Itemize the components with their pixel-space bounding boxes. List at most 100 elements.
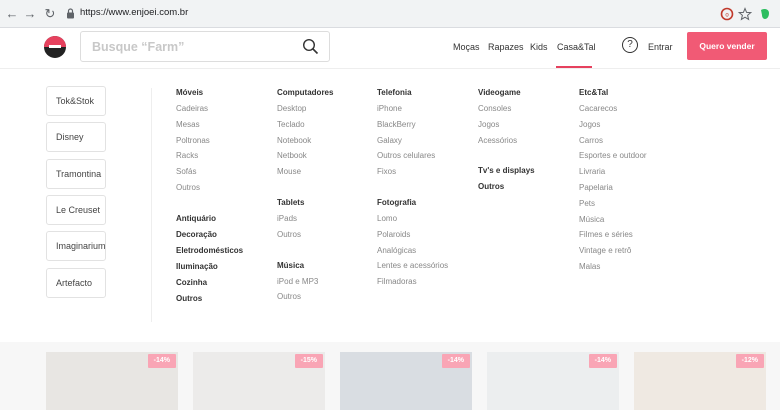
brand-tramontina[interactable]: Tramontina <box>46 159 106 189</box>
product-card[interactable]: -14% <box>487 352 619 410</box>
menu-item[interactable]: Analógicas <box>377 245 448 261</box>
menu-col-telefonia: Telefonia iPhone BlackBerry Galaxy Outro… <box>377 87 448 292</box>
search-icon[interactable] <box>302 38 319 55</box>
menu-head[interactable]: Fotografia <box>377 197 448 213</box>
search-input[interactable]: Busque “Farm” <box>80 31 330 62</box>
discount-badge: -14% <box>147 354 176 368</box>
menu-head[interactable]: Antiquário <box>176 213 243 229</box>
brand-disney[interactable]: Disney <box>46 122 106 152</box>
menu-divider <box>151 88 152 322</box>
menu-item[interactable]: Outros <box>277 229 333 245</box>
menu-item[interactable]: Outros celulares <box>377 150 448 166</box>
menu-item[interactable]: Malas <box>579 261 647 277</box>
menu-item[interactable]: Outros <box>176 182 243 198</box>
sell-button[interactable]: Quero vender <box>687 32 767 60</box>
enjoei-logo[interactable] <box>44 36 66 58</box>
menu-item[interactable]: Notebook <box>277 135 333 151</box>
menu-item[interactable]: Pets <box>579 198 647 214</box>
menu-item[interactable]: Lentes e acessórios <box>377 260 448 276</box>
back-icon[interactable]: ← <box>4 6 20 22</box>
menu-item[interactable]: Netbook <box>277 150 333 166</box>
menu-col-videogame: Videogame Consoles Jogos Acessórios Tv's… <box>478 87 535 197</box>
menu-item[interactable]: Acessórios <box>478 135 535 151</box>
header-divider <box>0 68 780 69</box>
menu-item[interactable]: Lomo <box>377 213 448 229</box>
brand-le-creuset[interactable]: Le Creuset <box>46 195 106 225</box>
svg-text:o: o <box>725 13 729 19</box>
product-card[interactable]: -15% <box>193 352 325 410</box>
menu-head[interactable]: Cozinha <box>176 277 243 293</box>
menu-item[interactable]: Cacarecos <box>579 103 647 119</box>
menu-item[interactable]: Sofás <box>176 166 243 182</box>
help-icon[interactable]: ? <box>622 37 638 53</box>
site-header: Busque “Farm” Moças Rapazes Kids Casa&Ta… <box>0 28 780 68</box>
reload-icon[interactable]: ↻ <box>42 6 58 22</box>
menu-head[interactable]: Telefonia <box>377 87 448 103</box>
menu-item[interactable]: Galaxy <box>377 135 448 151</box>
menu-head[interactable]: Etc&Tal <box>579 87 647 103</box>
menu-head[interactable]: Móveis <box>176 87 243 103</box>
menu-item[interactable]: Jogos <box>579 119 647 135</box>
product-card[interactable]: -12% <box>634 352 766 410</box>
menu-item[interactable]: Filmes e séries <box>579 229 647 245</box>
menu-col-etc-tal: Etc&Tal Cacarecos Jogos Carros Esportes … <box>579 87 647 277</box>
menu-head[interactable]: Tablets <box>277 197 333 213</box>
menu-head[interactable]: Videogame <box>478 87 535 103</box>
evernote-icon[interactable] <box>758 7 772 21</box>
login-link[interactable]: Entrar <box>648 42 673 52</box>
menu-head[interactable]: Outros <box>478 181 535 197</box>
nav-casa-tal[interactable]: Casa&Tal <box>557 42 596 52</box>
menu-item[interactable]: Filmadoras <box>377 276 448 292</box>
discount-badge: -14% <box>441 354 470 368</box>
menu-item[interactable]: Papelaria <box>579 182 647 198</box>
lock-icon <box>67 8 74 19</box>
menu-head[interactable]: Iluminação <box>176 261 243 277</box>
brand-imaginarium[interactable]: Imaginarium <box>46 231 106 261</box>
product-card[interactable]: -14% <box>46 352 178 410</box>
address-bar[interactable]: https://www.enjoei.com.br <box>80 7 188 18</box>
menu-item[interactable]: Carros <box>579 135 647 151</box>
menu-item[interactable]: Polaroids <box>377 229 448 245</box>
menu-item[interactable]: iPhone <box>377 103 448 119</box>
star-icon[interactable] <box>738 7 752 21</box>
menu-item[interactable]: Fixos <box>377 166 448 182</box>
menu-item[interactable]: Consoles <box>478 103 535 119</box>
menu-col-computadores: Computadores Desktop Teclado Notebook Ne… <box>277 87 333 307</box>
menu-item[interactable]: Música <box>579 214 647 230</box>
menu-head[interactable]: Tv's e displays <box>478 165 535 181</box>
menu-item[interactable]: Racks <box>176 150 243 166</box>
menu-item[interactable]: BlackBerry <box>377 119 448 135</box>
nav-rapazes[interactable]: Rapazes <box>488 42 524 52</box>
brand-tokstok[interactable]: Tok&Stok <box>46 86 106 116</box>
nav-mocas[interactable]: Moças <box>453 42 480 52</box>
menu-item[interactable]: Cadeiras <box>176 103 243 119</box>
menu-item[interactable]: Desktop <box>277 103 333 119</box>
brand-artefacto[interactable]: Artefacto <box>46 268 106 298</box>
browser-toolbar: ← → ↻ https://www.enjoei.com.br o <box>0 0 780 28</box>
menu-item[interactable]: Jogos <box>478 119 535 135</box>
menu-item[interactable]: Outros <box>277 291 333 307</box>
menu-head[interactable]: Computadores <box>277 87 333 103</box>
menu-item[interactable]: Vintage e retrô <box>579 245 647 261</box>
extension-icon[interactable]: o <box>720 7 734 21</box>
menu-head[interactable]: Eletrodomésticos <box>176 245 243 261</box>
menu-item[interactable]: Teclado <box>277 119 333 135</box>
menu-item[interactable]: Poltronas <box>176 135 243 151</box>
menu-head[interactable]: Música <box>277 260 333 276</box>
menu-item[interactable]: iPads <box>277 213 333 229</box>
menu-item[interactable]: Mouse <box>277 166 333 182</box>
search-placeholder: Busque “Farm” <box>92 40 185 54</box>
product-card[interactable]: -14% <box>340 352 472 410</box>
forward-icon[interactable]: → <box>22 6 38 22</box>
discount-badge: -14% <box>588 354 617 368</box>
menu-head[interactable]: Outros <box>176 293 243 309</box>
menu-item[interactable]: Mesas <box>176 119 243 135</box>
discount-badge: -15% <box>294 354 323 368</box>
nav-kids[interactable]: Kids <box>530 42 548 52</box>
menu-item[interactable]: iPod e MP3 <box>277 276 333 292</box>
menu-item[interactable]: Esportes e outdoor <box>579 150 647 166</box>
menu-col-moveis: Móveis Cadeiras Mesas Poltronas Racks So… <box>176 87 243 309</box>
discount-badge: -12% <box>735 354 764 368</box>
menu-head[interactable]: Decoração <box>176 229 243 245</box>
menu-item[interactable]: Livraria <box>579 166 647 182</box>
